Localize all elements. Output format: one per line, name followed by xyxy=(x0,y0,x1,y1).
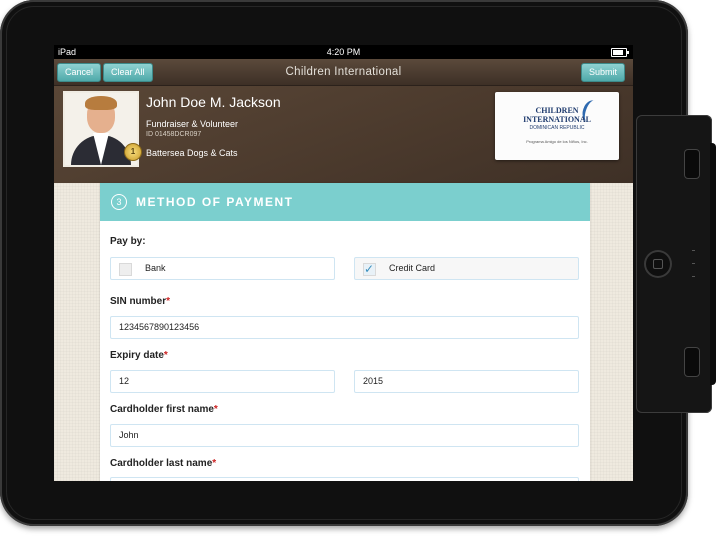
payment-panel: 3 METHOD OF PAYMENT Pay by: Bank Credit … xyxy=(100,183,590,481)
pay-option-bank[interactable]: Bank xyxy=(110,257,335,280)
pay-by-label: Pay by: xyxy=(110,236,146,247)
fundraiser-profile: 1 John Doe M. Jackson Fundraiser & Volun… xyxy=(54,86,633,183)
expiry-month-field[interactable]: 12 xyxy=(110,370,335,393)
profile-id-value: 01458DCR097 xyxy=(154,131,202,138)
clear-all-button[interactable]: Clear All xyxy=(103,63,153,82)
logo-line-1: CHILDREN xyxy=(535,106,579,115)
cardholder-last-name-label: Cardholder last name* xyxy=(110,458,217,469)
reader-indicator-dot xyxy=(692,250,695,251)
logo-line-2: INTERNATIONAL xyxy=(523,115,591,124)
logo-line-4: Programa Amigo de los Niños, Inc. xyxy=(526,139,588,144)
submit-button[interactable]: Submit xyxy=(580,63,625,82)
reader-slot-bottom xyxy=(684,347,700,377)
expiry-year-field[interactable]: 2015 xyxy=(354,370,579,393)
bank-option-label: Bank xyxy=(145,263,166,273)
reader-indicator-dot xyxy=(692,263,695,264)
credit-card-option-label: Credit Card xyxy=(389,263,436,273)
profile-name: John Doe M. Jackson xyxy=(146,94,281,110)
rank-badge-icon: 1 xyxy=(124,143,142,161)
form-area: 3 METHOD OF PAYMENT Pay by: Bank Credit … xyxy=(54,183,633,481)
logo-line-3: DOMINICAN REPUBLIC xyxy=(529,125,585,131)
sin-number-label: SIN number* xyxy=(110,296,171,307)
section-title: METHOD OF PAYMENT xyxy=(136,195,294,209)
profile-role: Fundraiser & Volunteer xyxy=(146,119,239,129)
reader-slot-top xyxy=(684,149,700,179)
reader-indicator-dot xyxy=(692,276,695,277)
credit-card-checkbox[interactable] xyxy=(363,259,376,279)
sin-number-field[interactable]: 1234567890123456 xyxy=(110,316,579,339)
status-bar: iPad 4:20 PM xyxy=(54,45,633,59)
expiry-date-label: Expiry date* xyxy=(110,350,168,361)
profile-id: ID 01458DCR097 xyxy=(146,131,201,138)
cardholder-first-name-field[interactable]: John xyxy=(110,424,579,447)
nav-bar: Children International Cancel Clear All … xyxy=(54,59,633,86)
section-number: 3 xyxy=(111,194,127,210)
home-button[interactable] xyxy=(644,250,672,278)
profile-id-label: ID xyxy=(146,131,153,138)
reader-ridge xyxy=(710,143,716,385)
cancel-button[interactable]: Cancel xyxy=(57,63,102,82)
app-screen: iPad 4:20 PM Children International Canc… xyxy=(54,45,633,481)
battery-icon xyxy=(611,48,629,57)
cardholder-last-name-field[interactable] xyxy=(110,477,579,481)
cardholder-first-name-label: Cardholder first name* xyxy=(110,404,218,415)
status-time: 4:20 PM xyxy=(326,47,361,57)
organization-logo: CHILDREN INTERNATIONAL DOMINICAN REPUBLI… xyxy=(495,92,619,160)
pay-option-credit-card[interactable]: Credit Card xyxy=(354,257,579,280)
profile-group: Battersea Dogs & Cats xyxy=(146,148,238,158)
section-header: 3 METHOD OF PAYMENT xyxy=(100,183,590,221)
bank-checkbox[interactable] xyxy=(119,263,132,276)
